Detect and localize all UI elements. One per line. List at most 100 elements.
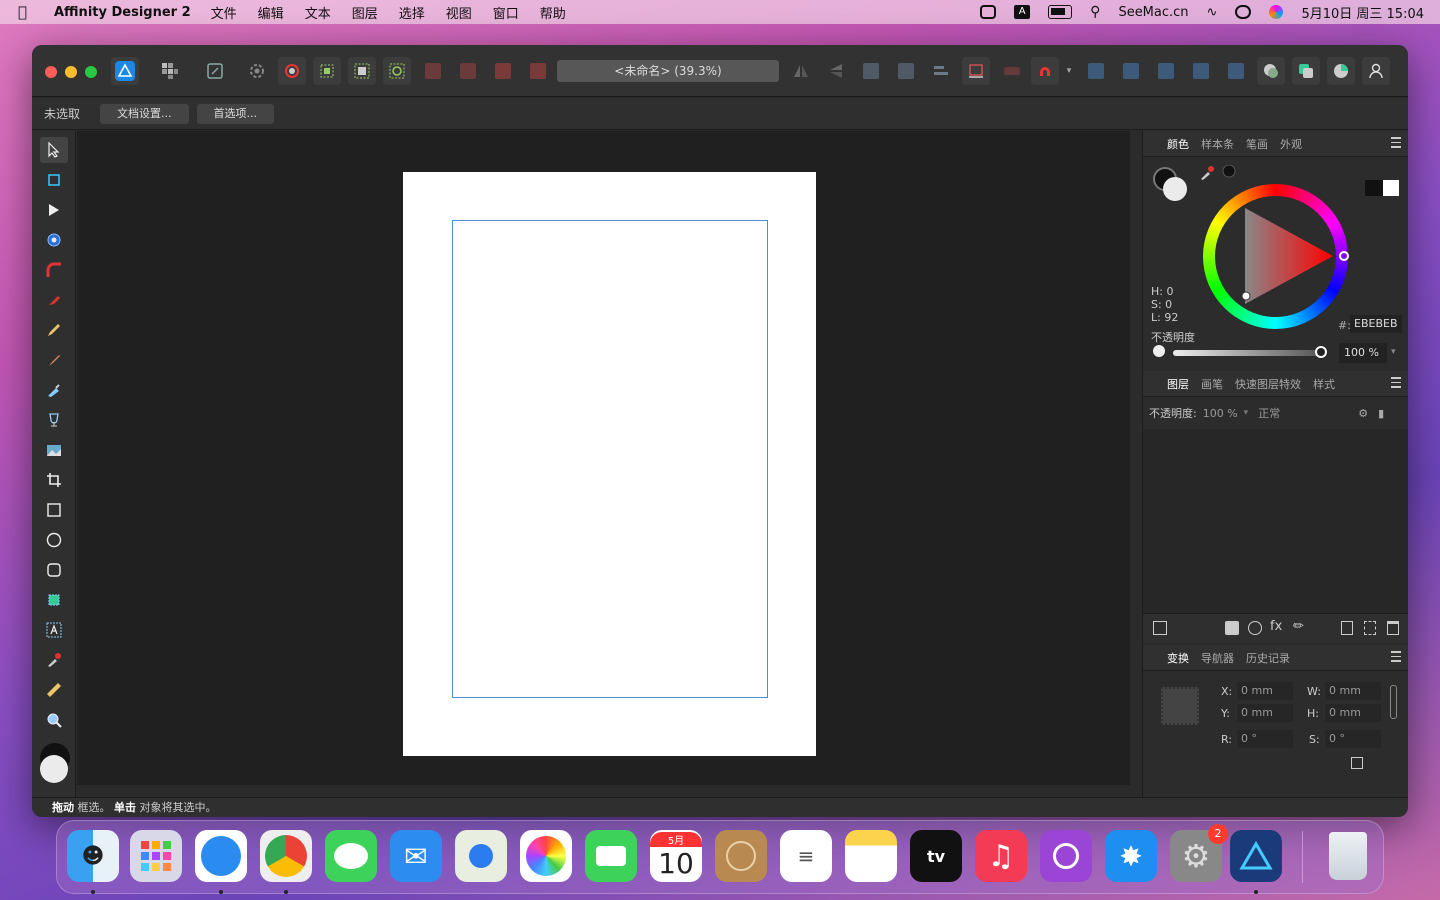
spotlight-icon[interactable]: ⚲ — [1090, 4, 1100, 20]
point-transform-tool[interactable] — [40, 227, 68, 253]
artboard-tool[interactable] — [40, 167, 68, 193]
menu-select[interactable]: 选择 — [399, 3, 425, 22]
tab-brushes[interactable]: 画笔 — [1201, 376, 1223, 392]
ellipse-tool[interactable] — [40, 527, 68, 553]
snapping-button[interactable] — [278, 57, 306, 85]
fx-icon[interactable]: fx — [1270, 619, 1282, 634]
zoom-window-button[interactable] — [85, 66, 97, 78]
apple-tv-app[interactable]: tv — [910, 830, 962, 882]
chrome-app[interactable] — [260, 830, 312, 882]
menu-window[interactable]: 窗口 — [493, 3, 519, 22]
pen-tool[interactable] — [40, 287, 68, 313]
boolean-button[interactable] — [998, 57, 1026, 85]
transform-panel-menu-icon[interactable] — [1391, 651, 1401, 665]
color-triangle[interactable] — [1215, 196, 1336, 317]
menu-file[interactable]: 文件 — [211, 3, 237, 22]
tab-stroke[interactable]: 笔画 — [1246, 136, 1268, 152]
eyedropper-color-icon[interactable] — [1199, 165, 1239, 181]
rounded-rectangle-tool[interactable] — [40, 557, 68, 583]
color-picker-tool[interactable] — [40, 647, 68, 673]
close-window-button[interactable] — [45, 66, 57, 78]
arrange-icon[interactable] — [1153, 621, 1167, 635]
menu-edit[interactable]: 编辑 — [258, 3, 284, 22]
artboard-page[interactable] — [403, 172, 816, 756]
xor-button[interactable] — [1187, 57, 1215, 85]
control-center-icon[interactable] — [1235, 5, 1252, 19]
chevron-down-icon[interactable]: ▾ — [1244, 408, 1249, 418]
seemac-label[interactable]: SeeMac.cn — [1118, 5, 1188, 20]
blend-mode-select[interactable]: 正常 — [1258, 405, 1348, 421]
menu-layer[interactable]: 图层 — [352, 3, 378, 22]
pie-button[interactable] — [1327, 57, 1355, 85]
menu-help[interactable]: 帮助 — [540, 3, 566, 22]
tab-swatches[interactable]: 样本条 — [1201, 136, 1234, 152]
sync-status-icon[interactable] — [980, 5, 997, 19]
pencil-tool[interactable] — [40, 317, 68, 343]
flip-vertical-button[interactable] — [822, 57, 850, 85]
designer-persona-button[interactable] — [111, 57, 139, 85]
notes-app[interactable] — [845, 830, 897, 882]
snapping-magnet-button[interactable] — [1031, 57, 1059, 85]
document-settings-button[interactable]: 文档设置... — [100, 103, 189, 124]
node-tool[interactable] — [40, 197, 68, 223]
export-persona-button[interactable] — [201, 57, 229, 85]
trash-app[interactable] — [1322, 830, 1374, 882]
account-button[interactable] — [1362, 57, 1390, 85]
hue-handle[interactable] — [1339, 251, 1349, 261]
mail-app[interactable]: ✉ — [390, 830, 442, 882]
tab-layers[interactable]: 图层 — [1167, 376, 1189, 392]
tab-quick-fx[interactable]: 快速图层特效 — [1235, 376, 1301, 392]
white-swatch[interactable] — [1383, 180, 1399, 196]
tab-transform[interactable]: 变换 — [1167, 650, 1189, 666]
subtract-button[interactable] — [1117, 57, 1145, 85]
tab-navigator[interactable]: 导航器 — [1201, 650, 1234, 666]
battery-icon[interactable] — [1048, 5, 1073, 19]
podcasts-app[interactable] — [1040, 830, 1092, 882]
apple-menu-icon[interactable]:  — [18, 3, 36, 21]
adjustment-icon[interactable] — [1248, 621, 1262, 635]
transform-origin-icon[interactable] — [1351, 757, 1363, 769]
lock-icon[interactable]: ▮ — [1378, 407, 1384, 420]
flip-horizontal-button[interactable] — [787, 57, 815, 85]
crop-tool[interactable] — [40, 467, 68, 493]
w-input[interactable]: 0 mm — [1325, 682, 1381, 700]
layers-panel-menu-icon[interactable] — [1391, 377, 1401, 391]
menu-text[interactable]: 文本 — [305, 3, 331, 22]
photos-app[interactable] — [520, 830, 572, 882]
artistic-text-tool[interactable] — [40, 617, 68, 643]
launchpad-app[interactable] — [130, 830, 182, 882]
measure-tool[interactable] — [40, 677, 68, 703]
minimize-window-button[interactable] — [65, 66, 77, 78]
maps-app[interactable] — [455, 830, 507, 882]
music-app[interactable]: ♫ — [975, 830, 1027, 882]
place-image-tool[interactable] — [40, 437, 68, 463]
reminders-app[interactable]: ≡ — [780, 830, 832, 882]
document-title[interactable]: <未命名> (39.3%) — [557, 60, 779, 82]
affinity-designer-app[interactable] — [1230, 830, 1282, 882]
menubar-clock[interactable]: 5月10日 周三 15:04 — [1301, 3, 1424, 22]
fill-tool[interactable] — [40, 377, 68, 403]
studio-button[interactable] — [1292, 57, 1320, 85]
preferences-button[interactable]: 首选项... — [196, 103, 274, 124]
tab-appearance[interactable]: 外观 — [1280, 136, 1302, 152]
brush-layer-icon[interactable]: ✏ — [1293, 619, 1304, 634]
move-forward-one-button[interactable] — [489, 57, 517, 85]
contacts-app[interactable] — [715, 830, 767, 882]
opacity-slider-handle[interactable] — [1315, 346, 1327, 358]
tab-styles[interactable]: 样式 — [1313, 376, 1335, 392]
app-menu[interactable]: Affinity Designer 2 — [54, 5, 191, 20]
color-panel-menu-icon[interactable] — [1391, 137, 1401, 151]
wifi-icon[interactable]: ∿ — [1207, 5, 1218, 20]
select-all-button[interactable] — [348, 57, 376, 85]
align-button[interactable] — [927, 57, 955, 85]
move-to-front-button[interactable] — [524, 57, 552, 85]
zoom-tool[interactable] — [40, 707, 68, 733]
safari-app[interactable] — [195, 830, 247, 882]
black-swatch[interactable] — [1365, 180, 1383, 196]
settings-button[interactable] — [243, 57, 271, 85]
h-input[interactable]: 0 mm — [1325, 704, 1381, 722]
opacity-dropdown-icon[interactable]: ▾ — [1391, 347, 1396, 357]
corner-tool[interactable] — [40, 257, 68, 283]
canvas[interactable] — [77, 131, 1130, 785]
pixel-persona-button[interactable] — [156, 57, 184, 85]
